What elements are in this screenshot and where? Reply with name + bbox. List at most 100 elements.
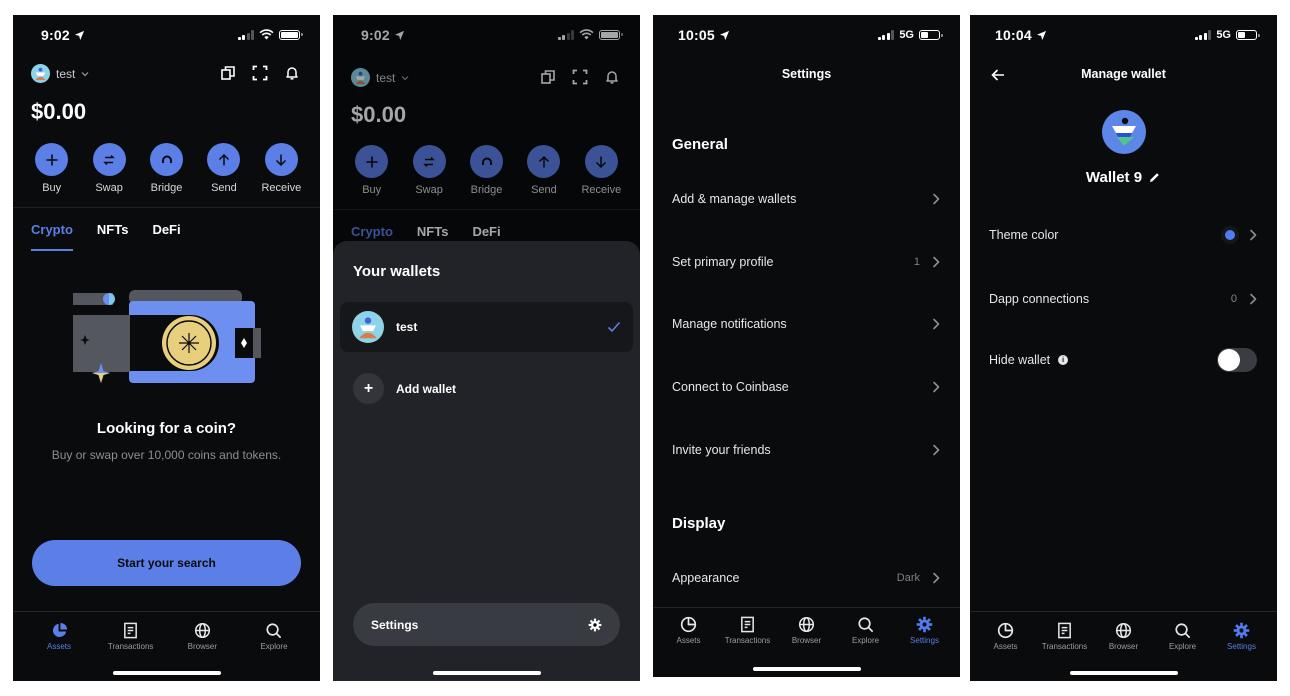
page-title: Manage wallet [1081,67,1166,81]
tab-defi[interactable]: DeFi [152,222,180,251]
sheet-title: Your wallets [353,263,441,280]
location-icon [1036,30,1047,41]
wallets-sheet: Your wallets test + Add wallet Settings [333,241,640,681]
row-hide-wallet: Hide wallet i [989,348,1257,372]
buy-button[interactable]: Buy [23,143,80,194]
pie-chart-icon [997,622,1014,639]
row-add-manage-wallets[interactable]: Add & manage wallets [672,188,940,210]
home-indicator [752,667,861,671]
wifi-icon [259,29,274,40]
hide-wallet-toggle[interactable] [1217,348,1257,372]
bridge-icon [160,153,174,167]
globe-icon [798,616,815,633]
bridge-button[interactable]: Bridge [138,143,195,194]
signal-icon [1194,30,1212,40]
tab-browser[interactable]: Browser [172,622,232,651]
search-icon [1174,622,1191,639]
signal-icon [877,30,895,40]
pie-chart-icon [51,622,68,639]
copy-icon[interactable] [220,65,236,81]
wallet-illustration [73,290,261,383]
settings-button[interactable]: Settings [353,603,620,646]
start-search-button[interactable]: Start your search [32,540,301,586]
row-connect-coinbase[interactable]: Connect to Coinbase [672,376,940,398]
info-icon[interactable]: i [1058,355,1069,365]
chevron-right-icon [932,444,940,456]
tab-browser[interactable]: Browser [777,616,836,645]
tab-crypto[interactable]: Crypto [31,222,73,251]
swap-button[interactable]: Swap [80,143,137,194]
chevron-right-icon [932,572,940,584]
pie-chart-icon [680,616,697,633]
status-time: 10:04 [995,27,1032,43]
tab-assets[interactable]: Assets [29,622,89,651]
location-icon [719,30,730,41]
page-title: Settings [781,67,832,81]
row-invite-friends[interactable]: Invite your friends [672,439,940,461]
tab-browser[interactable]: Browser [1094,622,1153,651]
tab-assets[interactable]: Assets [659,616,718,645]
network-type: 5G [1216,29,1231,41]
settings-screen: 10:05 5G Settings General Add & manage w… [653,15,960,677]
gear-icon [588,618,602,632]
row-manage-notifications[interactable]: Manage notifications [672,313,940,335]
bottom-tab-bar: Assets Transactions Browser Explore Sett… [970,611,1277,681]
section-display: Display [672,515,726,532]
empty-state-title: Looking for a coin? [96,420,237,437]
gear-icon [1233,622,1250,639]
row-theme-color[interactable]: Theme color [989,224,1257,246]
search-icon [857,616,874,633]
row-dapp-connections[interactable]: Dapp connections 0 [989,288,1257,310]
receipt-icon [1056,622,1073,639]
chevron-right-icon [932,318,940,330]
tab-settings[interactable]: Settings [1212,622,1271,651]
send-button[interactable]: Send [195,143,252,194]
edit-pencil-icon[interactable] [1148,171,1161,184]
receipt-icon [122,622,139,639]
row-set-primary-profile[interactable]: Set primary profile 1 [672,251,940,273]
tab-explore[interactable]: Explore [1153,622,1212,651]
row-appearance[interactable]: Appearance Dark [672,567,940,589]
scan-icon[interactable] [252,65,268,81]
gear-icon [916,616,933,633]
tab-explore[interactable]: Explore [244,622,304,651]
arrow-down-icon [274,153,288,167]
avatar [352,311,384,343]
account-name: test [56,66,76,81]
globe-icon [1115,622,1132,639]
quick-actions: Buy Swap Bridge Send Receive [23,143,310,194]
tab-transactions[interactable]: Transactions [718,616,777,645]
balance: $0.00 [31,99,87,124]
chevron-down-icon [81,71,89,77]
battery-icon [279,29,303,40]
status-bar: 9:02 [13,27,320,47]
network-type: 5G [899,29,914,41]
home-indicator [112,671,221,675]
location-icon [74,30,85,41]
tab-nfts[interactable]: NFTs [97,222,129,251]
signal-icon [237,29,254,40]
receive-button[interactable]: Receive [253,143,310,194]
wallet-item[interactable]: test [340,302,633,352]
swap-icon [102,153,116,167]
plus-icon [45,153,59,167]
wallet-avatar [1101,110,1146,154]
battery-icon [919,30,943,40]
tab-explore[interactable]: Explore [836,616,895,645]
section-general: General [672,136,728,153]
tab-transactions[interactable]: Transactions [1035,622,1094,651]
status-time: 9:02 [41,27,70,43]
bell-icon[interactable] [284,65,300,81]
account-switcher[interactable]: test [31,64,89,83]
manage-wallet-screen: 10:04 5G Manage wallet Wallet 9 Theme co… [970,15,1277,681]
tab-assets[interactable]: Assets [976,622,1035,651]
wallet-name: test [396,320,418,334]
add-wallet-button[interactable]: + Add wallet [353,373,456,404]
bottom-tab-bar: Assets Transactions Browser Explore [13,611,320,681]
tab-transactions[interactable]: Transactions [101,622,161,651]
tab-settings[interactable]: Settings [895,616,954,645]
receipt-icon [739,616,756,633]
search-icon [265,622,282,639]
chevron-right-icon [932,256,940,268]
home-indicator [1069,671,1178,675]
